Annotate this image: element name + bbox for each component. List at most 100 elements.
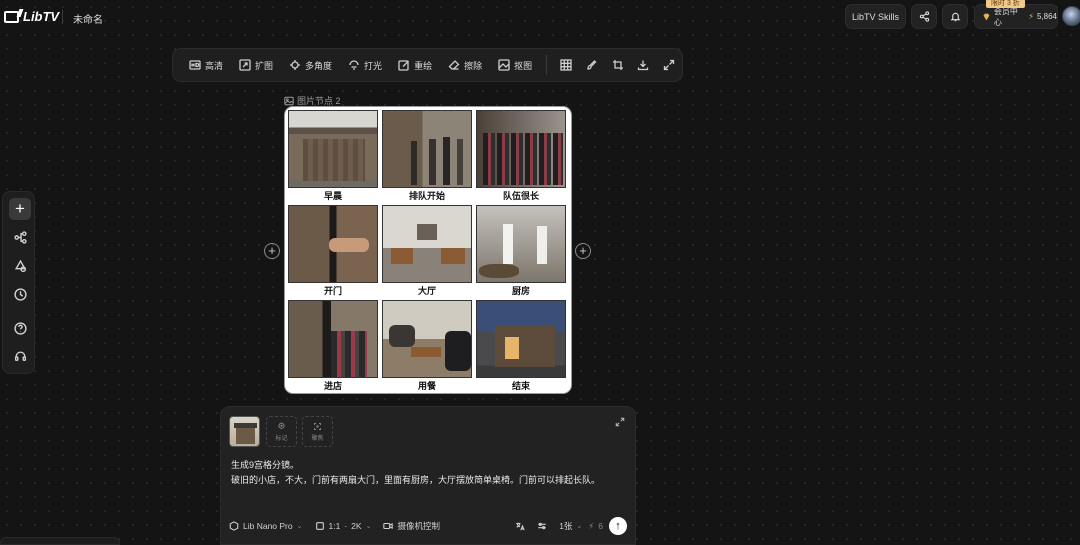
- storyboard-image-morning: [288, 110, 378, 188]
- camera-control-button[interactable]: 摄像机控制: [383, 520, 440, 532]
- repaint-icon: [398, 60, 410, 71]
- storyboard-caption: 早晨: [323, 191, 342, 201]
- storyboard-caption: 进店: [323, 381, 342, 391]
- notification-button[interactable]: [942, 4, 968, 29]
- fullscreen-icon: [663, 59, 675, 71]
- storyboard-cell: 结束: [476, 300, 566, 392]
- settings-adjust-button[interactable]: [537, 521, 547, 531]
- divider: [62, 10, 63, 24]
- model-selector[interactable]: Lib Nano Pro ⌄: [229, 521, 303, 531]
- headset-icon: [14, 350, 26, 361]
- image-icon: [284, 96, 294, 105]
- document-title[interactable]: 未命名: [73, 11, 103, 26]
- tool-lighting[interactable]: 打光: [340, 54, 390, 76]
- tool-repaint[interactable]: 重绘: [390, 54, 440, 76]
- tool-label: 重绘: [414, 60, 433, 71]
- libtv-logo[interactable]: LibTV: [4, 9, 59, 24]
- storyboard-cell: 开门: [288, 205, 378, 297]
- storyboard-cell: 进店: [288, 300, 378, 392]
- aspect-ratio-value: 1:1: [328, 521, 341, 531]
- history-button[interactable]: [9, 283, 31, 305]
- mark-label: 标记: [275, 435, 288, 442]
- storyboard-image-dining: [382, 300, 472, 378]
- chevron-down-icon: ⌄: [576, 523, 583, 530]
- top-bar: LibTV 未命名 LibTV Skills 会员中心 ⚡ 5,864 限时 3…: [0, 0, 1080, 34]
- camera-icon: [383, 522, 394, 530]
- storyboard-caption: 用餐: [417, 381, 436, 391]
- annotate-button[interactable]: [579, 54, 605, 76]
- cost-indicator: ⚡ 6: [588, 521, 603, 532]
- tool-label: 多角度: [305, 60, 333, 71]
- download-button[interactable]: [630, 54, 656, 76]
- brush-icon: [587, 60, 597, 70]
- send-button[interactable]: ↑: [609, 517, 627, 535]
- toolbar-divider: [546, 55, 548, 75]
- add-right-node-button[interactable]: +: [575, 243, 591, 259]
- eraser-icon: [448, 60, 460, 70]
- storyboard-image-open-door: [288, 205, 378, 283]
- chevron-down-icon: ⌄: [296, 523, 303, 530]
- share-button[interactable]: [911, 4, 937, 29]
- reference-image-thumbnail[interactable]: [229, 416, 260, 447]
- image-node-storyboard[interactable]: 早晨 排队开始 队伍很长 开门 大厅 厨房 进店 用餐 结束: [284, 106, 572, 394]
- user-avatar[interactable]: [1062, 6, 1080, 26]
- translate-button[interactable]: [515, 521, 525, 531]
- model-name: Lib Nano Pro: [243, 521, 293, 531]
- count-value: 1张: [559, 521, 573, 531]
- hd-icon: [189, 60, 201, 70]
- focus-label: 聚焦: [311, 435, 324, 442]
- add-button[interactable]: +: [9, 198, 31, 220]
- storyboard-caption: 开门: [323, 286, 342, 296]
- crop-icon: [612, 60, 623, 70]
- expand-panel-icon[interactable]: [615, 417, 625, 427]
- grid-button[interactable]: [553, 54, 579, 76]
- grid-icon: [560, 59, 572, 71]
- fullscreen-button[interactable]: [656, 54, 682, 76]
- tool-label: 打光: [364, 60, 383, 71]
- help-icon: [13, 321, 27, 335]
- crop-button[interactable]: [605, 54, 631, 76]
- tool-label: 高清: [205, 60, 224, 71]
- tool-cutout[interactable]: 抠图: [490, 54, 540, 76]
- count-selector[interactable]: 1张 ⌄: [559, 520, 582, 532]
- focus-button[interactable]: 聚焦: [302, 416, 333, 447]
- member-center-label: 会员中心: [993, 6, 1018, 27]
- assets-button[interactable]: [9, 255, 31, 277]
- left-side-panel: +: [2, 191, 35, 374]
- support-button[interactable]: [9, 345, 31, 367]
- help-button[interactable]: [9, 317, 31, 339]
- storyboard-cell: 早晨: [288, 110, 378, 202]
- minimap-panel[interactable]: [0, 537, 120, 545]
- diamond-icon: [983, 13, 990, 20]
- download-icon: [638, 60, 649, 71]
- tool-hd[interactable]: 高清: [181, 54, 231, 76]
- tool-expand[interactable]: 扩图: [231, 54, 281, 76]
- ratio-resolution-selector[interactable]: 1:1 · 2K ⌄: [315, 521, 371, 531]
- libtv-skills-button[interactable]: LibTV Skills: [845, 4, 906, 29]
- shapes-icon: [14, 259, 26, 272]
- tool-label: 抠图: [514, 60, 533, 71]
- storyboard-image-queue-start: [382, 110, 472, 188]
- tool-multi-angle[interactable]: 多角度: [281, 54, 340, 76]
- tool-erase[interactable]: 擦除: [440, 54, 490, 76]
- bell-icon: [950, 12, 960, 22]
- expand-image-icon: [239, 59, 251, 71]
- prompt-options-bar: Lib Nano Pro ⌄ 1:1 · 2K ⌄ 摄像机控制 1张 ⌄ ⚡ 6: [229, 517, 631, 535]
- focus-icon: [314, 422, 321, 430]
- storyboard-cell: 队伍很长: [476, 110, 566, 202]
- workflow-button[interactable]: [9, 226, 31, 248]
- share-icon: [919, 11, 929, 22]
- sliders-icon: [538, 522, 546, 530]
- light-icon: [349, 60, 359, 70]
- mark-icon: [278, 422, 285, 429]
- prompt-text-input[interactable]: 生成9宫格分镜。 破旧的小店，不大，门前有两扇大门，里面有厨房，大厅摆放简单桌椅…: [231, 458, 600, 488]
- model-icon: [229, 521, 239, 531]
- add-left-node-button[interactable]: +: [264, 243, 280, 259]
- lightning-icon: ⚡: [1028, 12, 1034, 21]
- cutout-icon: [498, 59, 510, 71]
- mark-button[interactable]: 标记: [266, 416, 297, 447]
- storyboard-image-kitchen: [476, 205, 566, 283]
- storyboard-cell: 用餐: [382, 300, 472, 392]
- storyboard-caption: 队伍很长: [502, 191, 539, 201]
- credits-count: 5,864: [1036, 12, 1057, 21]
